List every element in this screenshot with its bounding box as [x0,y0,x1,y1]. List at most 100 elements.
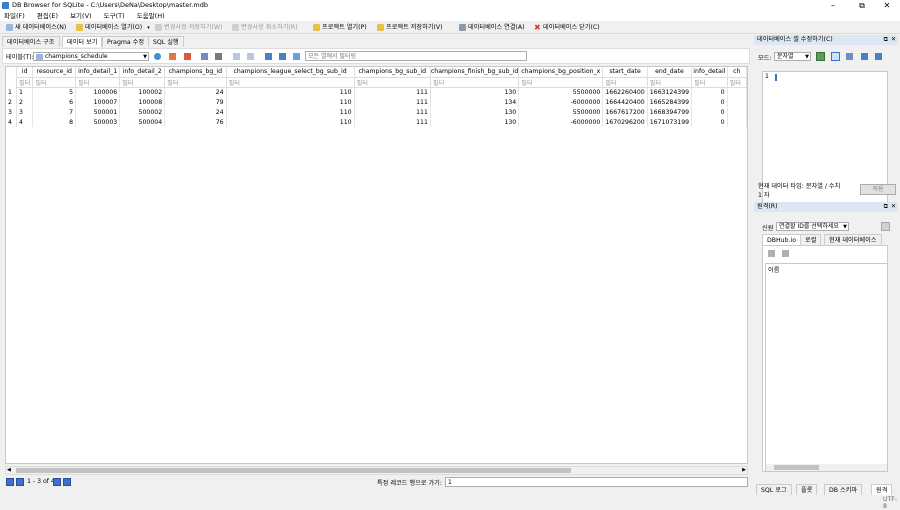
table-cell[interactable]: 0 [691,87,728,97]
table-row[interactable]: 2 2 6 100007 100008 79 110 111 134 -6000… [6,97,747,107]
table-cell[interactable]: 500004 [119,117,166,127]
save-view-icon[interactable] [201,53,208,60]
scroll-left-icon[interactable]: ◀ [7,467,11,474]
column-filter-input[interactable]: 필터 [518,76,604,88]
column-header[interactable]: champions_bg_sub_id [354,67,431,77]
table-cell[interactable]: 500001 [75,107,121,117]
close-icon[interactable]: ✕ [891,35,896,45]
tab-current-database[interactable]: 현재 데이터베이스 [824,234,882,245]
menu-edit[interactable]: 편집(E) [37,12,58,20]
column-filter-input[interactable]: 필터 [691,76,728,88]
table-cell[interactable]: 1667617200 [602,107,648,117]
tab-database-structure[interactable]: 데이터베이스 구조 [2,36,60,47]
refresh-icon[interactable] [768,250,775,257]
identity-settings-icon[interactable] [881,222,890,231]
table-cell[interactable]: 1664420400 [602,97,648,107]
table-cell[interactable]: 1668394799 [647,107,693,117]
table-cell[interactable]: 4 [16,117,34,127]
table-cell[interactable]: 111 [354,107,431,117]
table-cell[interactable]: 3 [16,107,34,117]
tab-remote[interactable]: 원격 [871,484,893,495]
first-record-icon[interactable] [6,478,14,486]
next-record-icon[interactable] [53,478,61,486]
open-database-button[interactable]: 데이터베이스 열기(O) ▾ [76,22,150,33]
row-number[interactable]: 4 [6,117,18,127]
menu-help[interactable]: 도움말(H) [137,12,165,20]
column-header[interactable]: champions_bg_id [164,67,227,77]
auto-format-icon[interactable] [816,52,825,61]
table-cell[interactable]: 130 [430,87,520,97]
table-cell[interactable]: 500003 [75,117,121,127]
row-number[interactable]: 2 [6,97,18,107]
insert-record-icon[interactable] [233,53,240,60]
table-cell[interactable]: 79 [164,97,227,107]
table-row[interactable]: 3 3 7 500001 500002 24 110 111 130 55000… [6,107,747,117]
menu-view[interactable]: 보기(V) [70,12,91,20]
clone-icon[interactable] [782,250,789,257]
column-filter-input[interactable]: 필터 [16,76,34,88]
table-cell[interactable]: 1671073199 [647,117,693,127]
apply-button[interactable]: 적용 [860,184,896,195]
tab-local[interactable]: 로컬 [800,234,822,245]
table-cell[interactable]: 0 [691,97,728,107]
save-project-button[interactable]: 프로젝트 저장하기(V) [377,22,443,33]
find-icon[interactable] [265,53,272,60]
column-filter-input[interactable]: 필터 [75,76,121,88]
table-cell[interactable]: 111 [354,97,431,107]
column-filter-input[interactable]: 필터 [119,76,166,88]
table-cell[interactable]: 130 [430,117,520,127]
scroll-right-icon[interactable]: ▶ [742,467,746,474]
table-cell[interactable]: 2 [16,97,34,107]
write-changes-button[interactable]: 변경사항 저장하기(W) [155,22,222,33]
revert-changes-button[interactable]: 변경사항 취소하기(R) [232,22,298,33]
column-filter-input[interactable]: 필터 [646,76,693,88]
clear-sort-icon[interactable] [169,53,176,60]
column-filter-input[interactable]: 필터 [225,76,355,88]
table-cell[interactable]: 130 [430,107,520,117]
column-header[interactable]: info_detail_2 [119,67,166,77]
table-row[interactable]: 1 1 5 100006 100002 24 110 111 130 55000… [6,87,747,97]
last-record-icon[interactable] [63,478,71,486]
table-cell[interactable]: 1670296200 [602,117,648,127]
table-cell[interactable]: 24 [164,107,227,117]
import-icon[interactable] [846,53,853,60]
row-number[interactable]: 1 [6,87,18,97]
table-cell[interactable]: 500002 [119,107,166,117]
global-filter-input[interactable] [305,51,527,61]
new-database-button[interactable]: 새 데이터베이스(N) [6,22,66,33]
table-cell[interactable]: 7 [32,107,77,117]
goto-record-input[interactable] [445,477,748,487]
previous-record-icon[interactable] [16,478,24,486]
column-header[interactable]: info_detail [691,67,728,77]
table-row[interactable]: 4 4 8 500003 500004 76 110 111 130 -6000… [6,117,747,127]
tab-sql-log[interactable]: SQL 로그 [756,484,792,495]
table-cell[interactable]: 110 [226,117,355,127]
table-cell[interactable]: 24 [164,87,227,97]
export-icon[interactable] [861,53,868,60]
column-header[interactable]: champions_bg_position_x [518,67,604,77]
table-cell[interactable]: 1662260400 [602,87,648,97]
undock-icon[interactable]: ⧉ [884,202,888,212]
delete-record-icon[interactable] [247,53,254,60]
table-cell[interactable]: 5500000 [518,87,604,97]
table-cell[interactable]: 100008 [119,97,166,107]
table-cell[interactable]: 111 [354,117,431,127]
close-database-button[interactable]: ✖ 데이터베이스 닫기(C) [534,22,600,33]
menu-file[interactable]: 파일(F) [4,12,25,20]
table-cell[interactable]: 1 [16,87,34,97]
column-header[interactable]: end_date [647,67,693,77]
column-filter-input[interactable]: 필터 [429,76,520,88]
print-icon[interactable] [215,53,222,60]
row-number[interactable]: 3 [6,107,18,117]
table-cell[interactable]: 110 [226,87,355,97]
column-header[interactable]: champions_finish_bg_sub_id [430,67,520,77]
column-filter-input[interactable]: 필터 [164,76,227,88]
minimize-button[interactable]: – [820,0,846,11]
table-cell[interactable]: 1665284399 [647,97,693,107]
tab-browse-data[interactable]: 데이터 보기 [62,36,103,47]
table-cell[interactable]: 110 [226,107,355,117]
close-window-button[interactable]: ✕ [874,0,900,11]
column-header[interactable]: start_date [602,67,648,77]
column-header[interactable]: resource_id [32,67,77,77]
table-select[interactable]: champions_schedule ▼ [33,52,149,61]
